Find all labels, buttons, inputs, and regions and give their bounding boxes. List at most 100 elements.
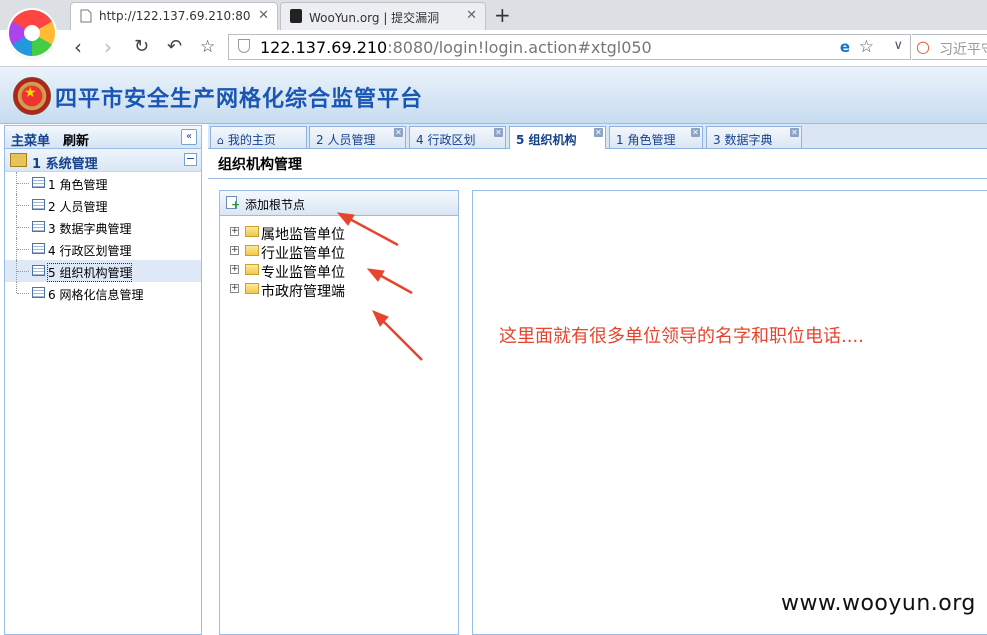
expand-icon[interactable]: + [230,284,239,293]
menu-item-label: 3 数据字典管理 [48,222,132,236]
tree-line [16,172,31,194]
tree-line [16,216,31,238]
annotation-arrow [379,317,423,361]
refresh-button[interactable]: 刷新 [63,130,89,149]
search-icon: ○ [916,37,930,56]
add-node-icon [226,196,240,210]
search-input[interactable]: 习近平守 [939,39,987,59]
page-icon [80,9,92,23]
tab-home[interactable]: ⌂ 我的主页 [210,126,307,148]
reload-icon[interactable]: ↻ [134,35,149,59]
browser-tab-wooyun[interactable]: WooYun.org | 提交漏洞 ✕ [280,2,486,30]
list-icon [32,287,45,298]
browser-logo-icon[interactable] [9,10,55,56]
tab-label: 4 行政区划 [416,133,476,147]
tree-line [16,260,31,282]
app-header: 四平市安全生产网格化综合监管平台 [0,67,987,124]
url-text: 122.137.69.210:8080/login!login.action#x… [260,38,652,57]
app-title: 四平市安全生产网格化综合监管平台 [55,87,424,112]
tab-label: 5 组织机构 [516,133,577,147]
menu-item-grid-info[interactable]: 6 网格化信息管理 [5,282,201,304]
tab-region[interactable]: 4 行政区划 ✕ [409,126,506,148]
org-detail-panel [472,190,987,635]
browser-tab-active[interactable]: http://122.137.69.210:8080 ✕ [70,2,278,30]
annotation-arrowhead [336,212,355,226]
tab-personnel[interactable]: 2 人员管理 ✕ [309,126,406,148]
close-tab-icon[interactable]: ✕ [790,128,799,137]
close-tab-icon[interactable]: ✕ [394,128,403,137]
expand-icon[interactable]: + [230,246,239,255]
annotation-arrow [345,215,399,247]
forward-icon[interactable]: › [104,35,112,59]
tree-line [16,194,31,216]
folder-icon [245,264,259,275]
collapse-panel-icon[interactable]: « [181,129,197,145]
browser-tab-title: http://122.137.69.210:8080 [99,9,251,23]
wooyun-icon [290,9,302,23]
menu-item-organization[interactable]: 5 组织机构管理 [5,260,201,282]
search-box[interactable]: ○ 习近平守 [912,34,987,60]
bookmark-star-icon[interactable]: ☆ [200,35,215,59]
expand-icon[interactable]: + [230,265,239,274]
watermark: www.wooyun.org [781,591,976,616]
browser-toolbar: ‹ › ↻ ↶ ☆ 122.137.69.210:8080/login!logi… [0,30,987,67]
menu-item-label: 4 行政区划管理 [48,244,132,258]
menu-item-dictionary[interactable]: 3 数据字典管理 [5,216,201,238]
tab-label: 1 角色管理 [616,133,676,147]
shield-icon [238,39,250,53]
menu-item-label: 5 组织机构管理 [46,263,133,282]
browser-tab-bar: http://122.137.69.210:8080 ✕ WooYun.org … [0,0,987,30]
annotation-text: 这里面就有很多单位领导的名字和职位电话.... [499,326,864,347]
chevron-down-icon[interactable]: ∨ [893,38,903,53]
folder-icon [245,283,259,294]
tree-line [16,238,31,260]
page-title: 组织机构管理 [218,157,302,173]
menu-item-label: 1 角色管理 [48,178,108,192]
undo-icon[interactable]: ↶ [167,35,182,59]
close-icon[interactable]: ✕ [258,8,269,23]
menu-group-system[interactable]: 1 系统管理 − [5,149,201,172]
collapse-group-icon[interactable]: − [184,153,197,166]
menu-item-label: 6 网格化信息管理 [48,288,144,302]
menu-item-role[interactable]: 1 角色管理 [5,172,201,194]
address-bar[interactable]: 122.137.69.210:8080/login!login.action#x… [228,34,911,60]
national-emblem-icon [13,77,51,115]
menu-item-label: 2 人员管理 [48,200,108,214]
browser-tab-title: WooYun.org | 提交漏洞 [309,11,440,25]
tree-line [16,282,31,294]
main-menu-panel: 主菜单 刷新 « 1 系统管理 − 1 角色管理 2 人员管理 3 数据字典管理… [4,125,202,635]
tab-role[interactable]: 1 角色管理 ✕ [609,126,703,148]
tab-dictionary[interactable]: 3 数据字典 ✕ [706,126,802,148]
main-menu-label: 主菜单 [11,134,51,149]
content-tab-strip: ⌂ 我的主页 2 人员管理 ✕ 4 行政区划 ✕ 5 组织机构 ✕ 1 角色管理… [208,124,987,149]
list-icon [32,177,45,188]
menu-item-personnel[interactable]: 2 人员管理 [5,194,201,216]
ie-mode-icon[interactable]: e [840,38,850,56]
close-tab-icon[interactable]: ✕ [691,128,700,137]
list-icon [32,265,45,276]
favorite-star-icon[interactable]: ☆ [859,37,874,57]
expand-icon[interactable]: + [230,227,239,236]
list-icon [32,243,45,254]
close-icon[interactable]: ✕ [466,8,477,23]
tab-label: ⌂ 我的主页 [217,133,276,147]
tab-organization[interactable]: 5 组织机构 ✕ [509,126,606,149]
menu-group-label: 1 系统管理 [32,157,98,172]
list-icon [32,199,45,210]
close-tab-icon[interactable]: ✕ [594,128,603,137]
home-icon: ⌂ [217,134,224,147]
add-root-node-button[interactable]: 添加根节点 [245,196,305,213]
main-menu-header: 主菜单 刷新 « [5,126,201,149]
annotation-arrows [336,212,423,361]
folder-open-icon [10,153,27,167]
annotation-arrowhead [366,268,385,282]
new-tab-button[interactable]: + [494,3,511,27]
list-icon [32,221,45,232]
back-icon[interactable]: ‹ [74,35,82,59]
folder-icon [245,245,259,256]
close-tab-icon[interactable]: ✕ [494,128,503,137]
folder-icon [245,226,259,237]
tab-label: 2 人员管理 [316,133,376,147]
tab-label: 3 数据字典 [713,133,773,147]
menu-item-region[interactable]: 4 行政区划管理 [5,238,201,260]
